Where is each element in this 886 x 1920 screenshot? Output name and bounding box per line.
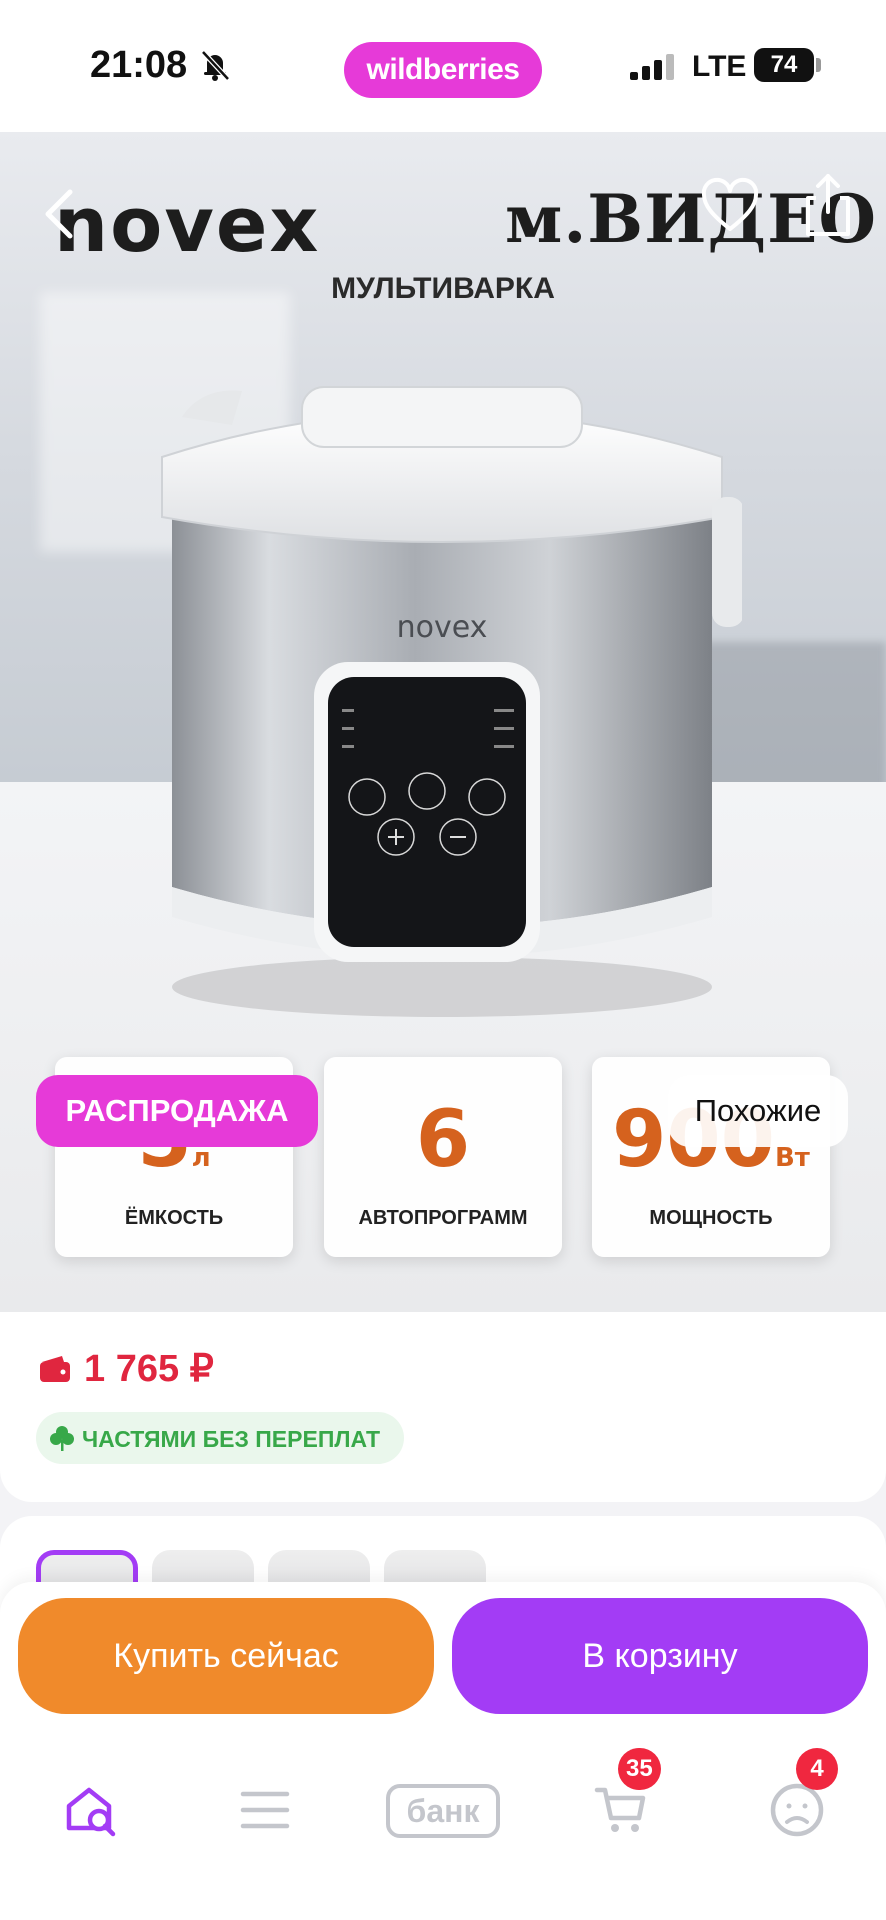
menu-icon [240, 1791, 290, 1829]
spec-card-programs: 6 АВТОПРОГРАММ [324, 1057, 562, 1257]
similar-button[interactable]: Похожие [668, 1075, 848, 1147]
price-section: 1 765 ₽ ЧАСТЯМИ БЕЗ ПЕРЕПЛАТ [0, 1312, 886, 1502]
home-search-icon [66, 1787, 116, 1837]
bottom-panel: Купить сейчас В корзину банк 35 4 [0, 1582, 886, 1920]
spec-value: 6 [415, 1095, 471, 1185]
battery-tip [816, 58, 821, 72]
nav-home[interactable] [36, 1762, 146, 1862]
wallet-icon [40, 1356, 70, 1382]
product-type-title: МУЛЬТИВАРКА [331, 272, 555, 305]
app-brand-badge: wildberries [344, 42, 542, 98]
buy-now-button[interactable]: Купить сейчас [18, 1598, 434, 1714]
cooker-brand-logo: novex [397, 610, 488, 645]
spec-label: ЁМКОСТЬ [124, 1207, 224, 1229]
brand-logo-novex: novex [54, 180, 321, 269]
spec-label: АВТОПРОГРАММ [358, 1207, 528, 1229]
product-price: 1 765 ₽ [84, 1348, 214, 1390]
nav-catalog[interactable] [210, 1762, 320, 1862]
profile-count-badge: 4 [796, 1748, 838, 1790]
signal-icon [630, 54, 674, 80]
status-time: 21:08 [90, 44, 188, 86]
heart-icon[interactable] [700, 177, 760, 237]
sale-badge: РАСПРОДАЖА [36, 1075, 318, 1147]
clover-icon [50, 1426, 74, 1451]
installment-badge[interactable]: ЧАСТЯМИ БЕЗ ПЕРЕПЛАТ [36, 1412, 404, 1464]
multicooker-image: novex [161, 386, 742, 1017]
bank-icon: банк [386, 1784, 500, 1838]
installment-text: ЧАСТЯМИ БЕЗ ПЕРЕПЛАТ [82, 1426, 381, 1452]
cart-icon [594, 1787, 646, 1832]
bell-slash-icon [201, 50, 230, 81]
battery-level: 74 [754, 48, 814, 82]
back-icon[interactable] [40, 184, 80, 244]
nav-bank[interactable]: банк [386, 1762, 502, 1862]
spec-label: МОЩНОСТЬ [649, 1207, 773, 1229]
network-type: LTE [692, 50, 747, 83]
add-to-cart-button[interactable]: В корзину [452, 1598, 868, 1714]
cart-count-badge: 35 [618, 1748, 661, 1790]
status-bar: 21:08 wildberries LTE 74 [0, 0, 886, 132]
share-icon[interactable] [800, 172, 856, 238]
profile-icon [770, 1783, 824, 1837]
